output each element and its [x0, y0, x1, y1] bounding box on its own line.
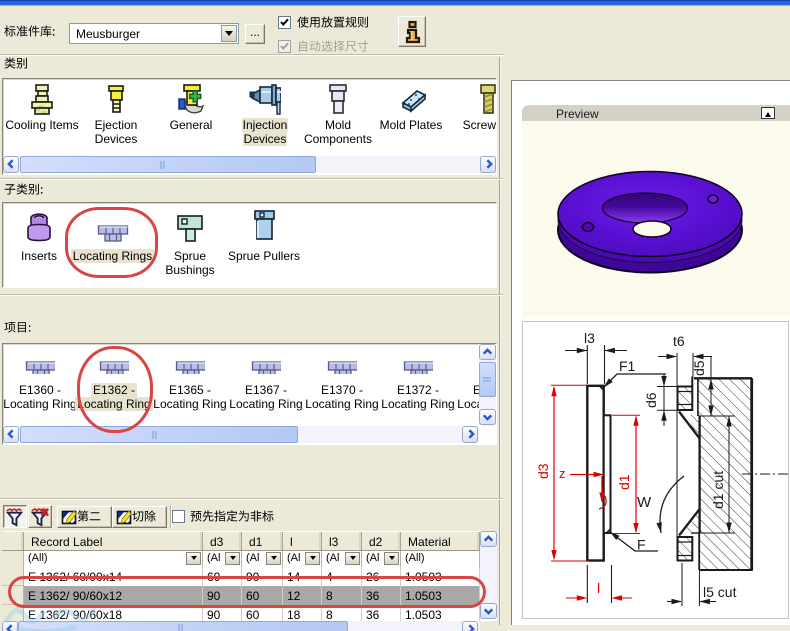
svg-text:d3: d3	[535, 463, 551, 479]
svg-text:d1 cut: d1 cut	[710, 471, 726, 509]
svg-text:d6: d6	[643, 392, 659, 408]
svg-text:l5 cut: l5 cut	[703, 584, 737, 600]
svg-text:t6: t6	[673, 333, 685, 349]
svg-text:F1: F1	[619, 358, 636, 374]
svg-text:l: l	[597, 580, 600, 596]
svg-text:z: z	[559, 466, 566, 481]
svg-text:d5: d5	[691, 360, 707, 376]
svg-text:l3: l3	[584, 330, 595, 346]
svg-text:W: W	[637, 494, 652, 511]
svg-text:d1: d1	[616, 474, 632, 490]
svg-text:F: F	[637, 537, 646, 553]
